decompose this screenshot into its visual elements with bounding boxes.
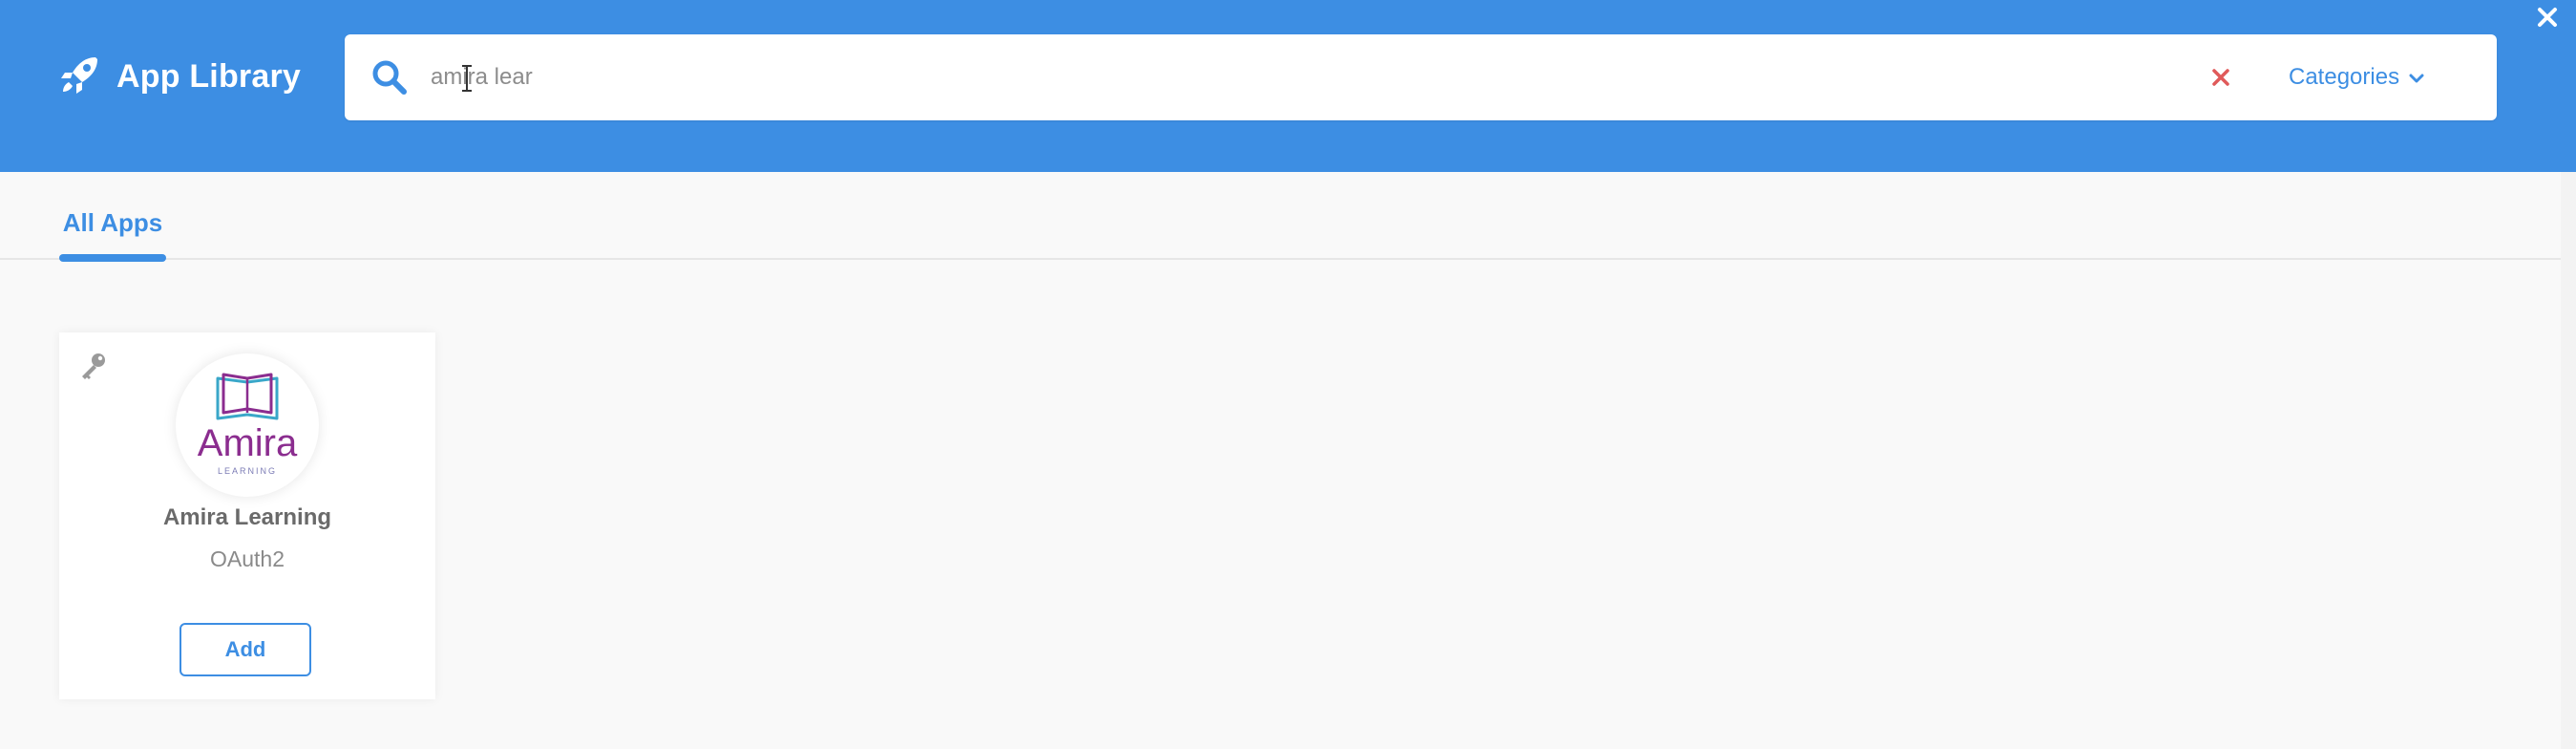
app-name: Amira Learning bbox=[162, 504, 332, 530]
rocket-icon bbox=[57, 52, 103, 102]
search-icon[interactable] bbox=[370, 57, 410, 97]
categories-label: Categories bbox=[2289, 64, 2400, 90]
app-logo: Amira LEARNING bbox=[176, 353, 319, 497]
app-auth-type: OAuth2 bbox=[210, 546, 285, 571]
clear-search-button[interactable] bbox=[2205, 61, 2237, 94]
scrollbar[interactable] bbox=[2561, 172, 2576, 749]
tabs-bar: All Apps bbox=[0, 172, 2561, 262]
close-button[interactable] bbox=[2530, 0, 2565, 34]
add-app-button[interactable]: Add bbox=[179, 623, 311, 676]
close-icon bbox=[2538, 8, 2557, 27]
app-library-header: App Library Categories bbox=[0, 0, 2576, 172]
book-icon bbox=[216, 373, 279, 420]
categories-dropdown[interactable]: Categories bbox=[2289, 55, 2424, 99]
app-card: Amira LEARNING Amira Learning OAuth2 Add bbox=[59, 332, 435, 699]
tab-all-apps[interactable]: All Apps bbox=[59, 172, 166, 262]
chevron-down-icon bbox=[2409, 64, 2424, 91]
tab-label: All Apps bbox=[62, 208, 163, 237]
search-bar: Categories bbox=[345, 34, 2497, 120]
clear-x-icon bbox=[2212, 69, 2229, 86]
search-input[interactable] bbox=[423, 52, 2491, 103]
key-icon bbox=[76, 350, 109, 382]
active-tab-indicator bbox=[59, 254, 166, 262]
brand: App Library bbox=[57, 46, 301, 107]
app-library-title: App Library bbox=[116, 57, 302, 95]
logo-text: Amira bbox=[197, 422, 298, 464]
logo-subtext: LEARNING bbox=[217, 466, 277, 476]
i-beam-cursor-icon bbox=[461, 65, 473, 92]
